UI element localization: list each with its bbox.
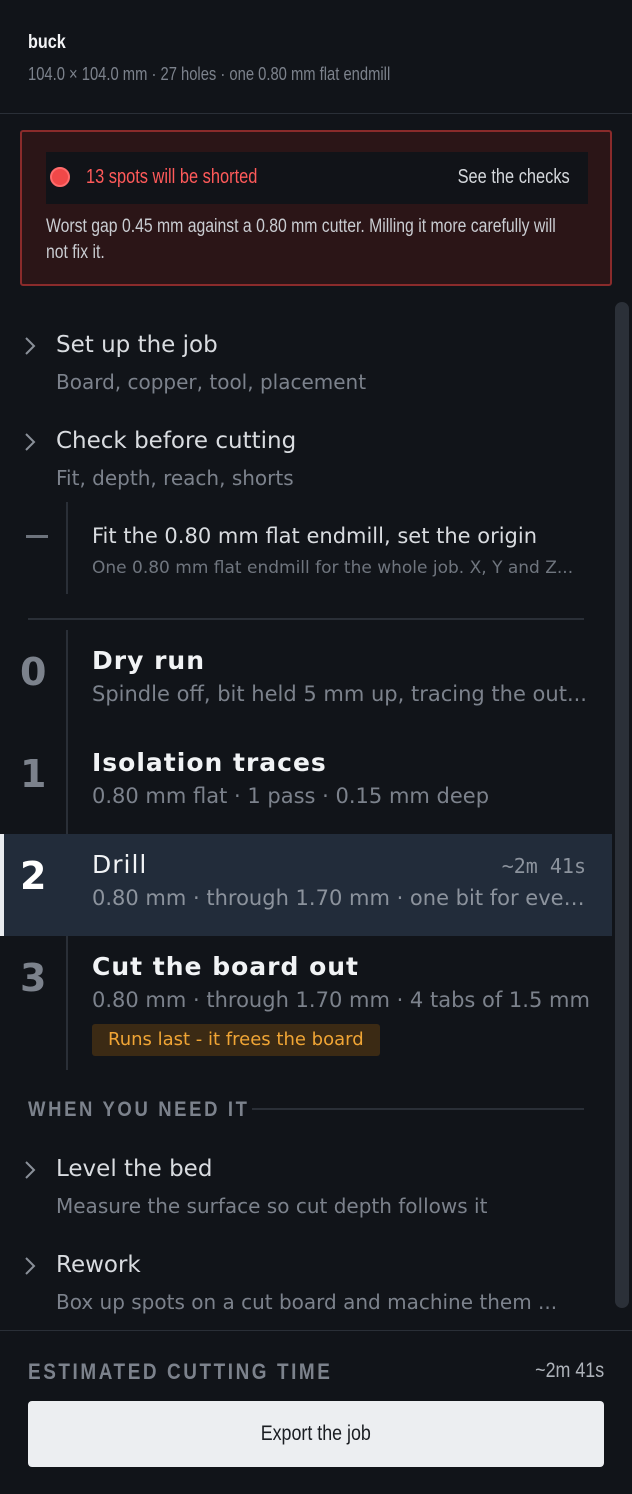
- section-rework[interactable]: Rework Box up spots on a cut board and m…: [0, 1252, 612, 1318]
- export-button-label: Export the job: [260, 1422, 372, 1445]
- step-sub: 0.80 mm · through 1.70 mm · 4 tabs of 1.…: [92, 988, 590, 1012]
- step-sub: Spindle off, bit held 5 mm up, tracing t…: [92, 682, 587, 706]
- rework-sub: Box up spots on a cut board and machine …: [56, 1290, 558, 1314]
- prep-step[interactable]: Fit the 0.80 mm flat endmill, set the or…: [0, 502, 612, 594]
- alert-detail: Worst gap 0.45 mm against a 0.80 mm cutt…: [46, 216, 556, 263]
- step-sub: 0.80 mm flat · 1 pass · 0.15 mm deep: [92, 784, 490, 808]
- board-meta: 104.0 × 104.0 mm · 27 holes · one 0.80 m…: [28, 64, 391, 84]
- section-setup-sub: Board, copper, tool, placement: [56, 370, 367, 394]
- prep-sub: One 0.80 mm flat endmill for the whole j…: [92, 558, 574, 578]
- step-number: 0: [20, 650, 47, 694]
- chevron-right-icon: [25, 1161, 36, 1179]
- step-number: 2: [20, 854, 47, 898]
- when-needed-label: WHEN YOU NEED IT: [28, 1098, 250, 1121]
- step-sub: 0.80 mm · through 1.70 mm · one bit for …: [92, 886, 592, 910]
- prep-title: Fit the 0.80 mm flat endmill, set the or…: [92, 524, 538, 548]
- step-title: Dry run: [92, 646, 206, 675]
- scrollbar[interactable]: [612, 300, 632, 1310]
- see-checks-link[interactable]: See the checks: [458, 166, 570, 189]
- step-number: 3: [20, 956, 47, 1000]
- level-bed-sub: Measure the surface so cut depth follows…: [56, 1194, 488, 1218]
- chevron-right-icon: [25, 433, 36, 451]
- step-number: 1: [20, 752, 47, 796]
- step-title: Isolation traces: [92, 748, 327, 777]
- step-dry-run[interactable]: 0 Dry run Spindle off, bit held 5 mm up,…: [0, 630, 612, 732]
- estimated-time-value: ~2m 41s: [535, 1359, 604, 1382]
- chevron-right-icon: [25, 337, 36, 355]
- estimated-time-label: ESTIMATED CUTTING TIME: [28, 1359, 333, 1384]
- alert-bar: 13 spots will be shorted See the checks: [46, 152, 588, 204]
- export-job-button[interactable]: Export the job: [28, 1401, 604, 1467]
- divider: [28, 618, 584, 620]
- step-title: Cut the board out: [92, 952, 359, 981]
- board-name: buck: [28, 32, 66, 53]
- scrollbar-thumb[interactable]: [615, 302, 629, 1308]
- job-header: buck 104.0 × 104.0 mm · 27 holes · one 0…: [0, 0, 632, 114]
- level-bed-title: Level the bed: [56, 1156, 213, 1182]
- alert-title: 13 spots will be shorted: [86, 166, 258, 188]
- section-level-bed[interactable]: Level the bed Measure the surface so cut…: [0, 1156, 612, 1222]
- section-rule: [252, 1108, 584, 1110]
- shorts-alert: 13 spots will be shorted See the checks …: [20, 130, 612, 286]
- step-time: ~2m 41s: [501, 854, 586, 878]
- section-check[interactable]: Check before cutting Fit, depth, reach, …: [0, 428, 612, 494]
- prep-connector: [66, 502, 68, 594]
- footer: ESTIMATED CUTTING TIME ~2m 41s Export th…: [0, 1330, 632, 1494]
- section-setup-title: Set up the job: [56, 332, 218, 358]
- step-title: Drill: [92, 850, 148, 879]
- section-check-sub: Fit, depth, reach, shorts: [56, 466, 294, 490]
- section-check-title: Check before cutting: [56, 428, 297, 454]
- runs-last-badge: Runs last - it frees the board: [92, 1024, 380, 1056]
- step-drill[interactable]: 2 Drill ~2m 41s 0.80 mm · through 1.70 m…: [0, 834, 612, 936]
- chevron-right-icon: [25, 1257, 36, 1275]
- rework-title: Rework: [56, 1252, 141, 1278]
- step-isolation-traces[interactable]: 1 Isolation traces 0.80 mm flat · 1 pass…: [0, 732, 612, 834]
- error-dot-icon: [50, 167, 70, 187]
- dash-icon: [26, 535, 48, 538]
- section-setup[interactable]: Set up the job Board, copper, tool, plac…: [0, 332, 612, 398]
- step-cut-board-out[interactable]: 3 Cut the board out 0.80 mm · through 1.…: [0, 936, 612, 1072]
